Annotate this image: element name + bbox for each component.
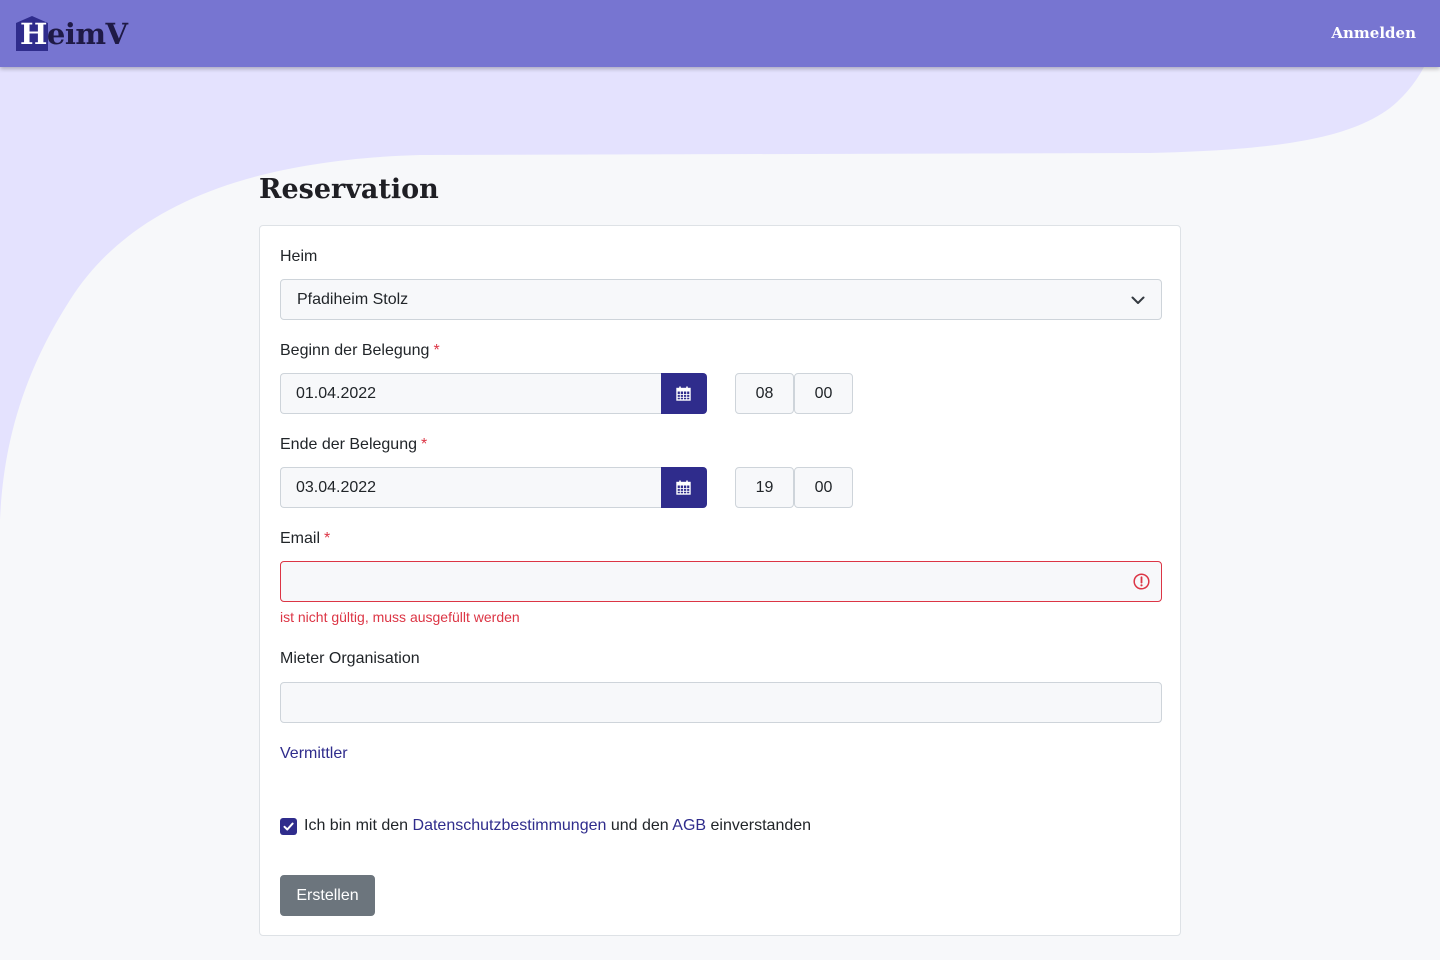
email-field[interactable] xyxy=(280,561,1162,602)
intermediary-link[interactable]: Vermittler xyxy=(280,745,348,763)
reservation-form-card: Heim Pfadiheim Stolz Beginn der Belegung… xyxy=(259,225,1181,936)
chevron-down-icon xyxy=(1131,296,1145,304)
required-marker: * xyxy=(433,342,440,359)
consent-text: Ich bin mit den Datenschutzbestimmungen … xyxy=(304,817,812,834)
home-label: Heim xyxy=(280,248,318,265)
home-select[interactable]: Pfadiheim Stolz xyxy=(280,279,1162,320)
organisation-input[interactable] xyxy=(280,682,1162,723)
consent-checkbox[interactable] xyxy=(280,818,297,835)
required-marker: * xyxy=(324,530,331,547)
begin-minute-input[interactable]: 00 xyxy=(794,373,853,414)
email-error-message: ist nicht gültig, muss ausgefüllt werden xyxy=(280,609,520,625)
begin-date-input[interactable]: 01.04.2022 xyxy=(280,373,662,414)
end-date-input[interactable]: 03.04.2022 xyxy=(280,467,662,508)
end-minute-input[interactable]: 00 xyxy=(794,467,853,508)
begin-calendar-button[interactable] xyxy=(661,373,707,414)
error-icon xyxy=(1133,573,1150,590)
calendar-icon xyxy=(676,386,691,401)
required-marker: * xyxy=(421,436,428,453)
organisation-label: Mieter Organisation xyxy=(280,650,420,667)
end-calendar-button[interactable] xyxy=(661,467,707,508)
begin-hour-input[interactable]: 08 xyxy=(735,373,794,414)
privacy-policy-link[interactable]: Datenschutzbestimmungen xyxy=(413,817,607,834)
login-link[interactable]: Anmelden xyxy=(1331,24,1416,42)
create-button[interactable]: Erstellen xyxy=(280,875,375,916)
check-icon xyxy=(283,822,294,831)
terms-link[interactable]: AGB xyxy=(672,817,706,834)
navbar: HeimV Anmelden xyxy=(0,0,1440,67)
email-label: Email * xyxy=(280,530,331,547)
logo-text: HeimV xyxy=(20,17,128,51)
begin-label: Beginn der Belegung * xyxy=(280,342,440,359)
home-select-value: Pfadiheim Stolz xyxy=(297,291,409,308)
page-title: Reservation xyxy=(259,174,439,205)
calendar-icon xyxy=(676,480,691,495)
end-label: Ende der Belegung * xyxy=(280,436,428,453)
end-hour-input[interactable]: 19 xyxy=(735,467,794,508)
heimv-logo[interactable]: HeimV xyxy=(14,15,128,53)
